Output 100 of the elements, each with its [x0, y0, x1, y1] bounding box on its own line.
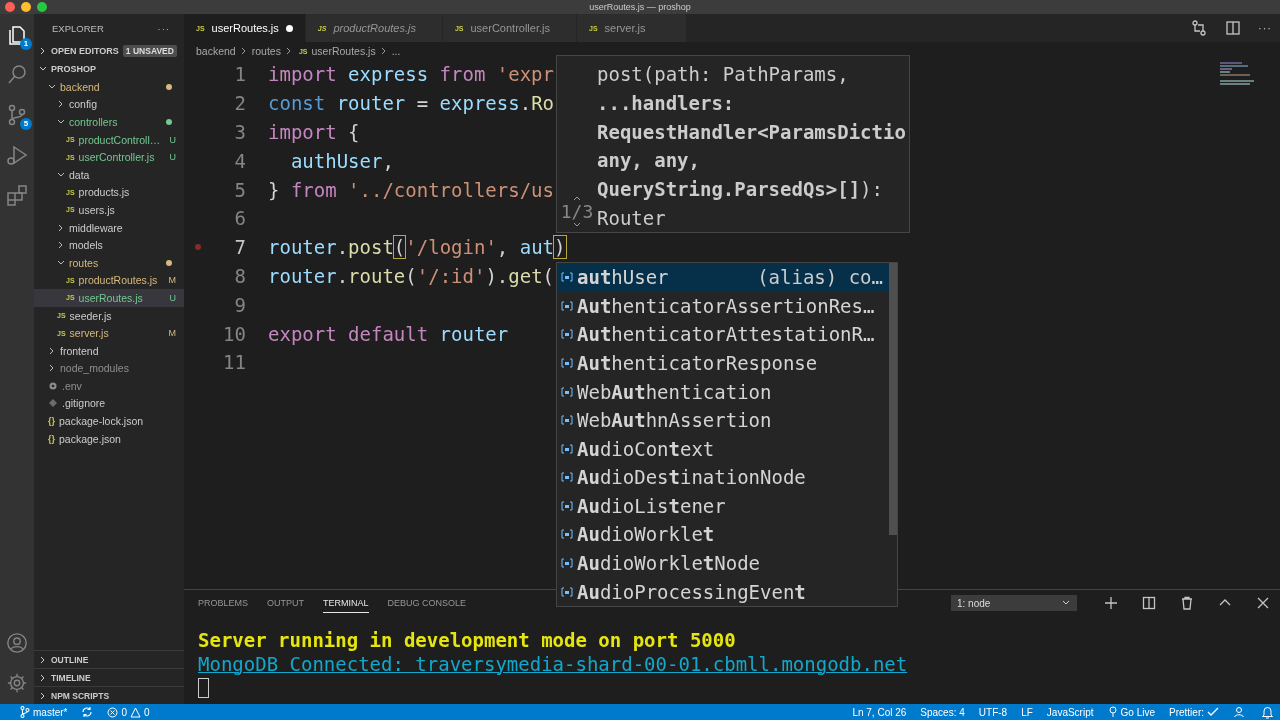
suggestion-item[interactable]: AuthenticatorAssertionRes…: [557, 291, 889, 321]
panel-tab[interactable]: OUTPUT: [267, 593, 304, 613]
suggestion-item[interactable]: AuthenticatorResponse: [557, 348, 889, 378]
file-tree-item[interactable]: frontend: [34, 341, 184, 360]
signature-line: QueryString.ParsedQs>[]):: [597, 177, 884, 203]
variable-symbol-icon: [561, 386, 573, 397]
file-tree-item[interactable]: middleware: [34, 218, 184, 237]
panel-tab[interactable]: TERMINAL: [323, 593, 369, 613]
warning-icon: [130, 706, 141, 718]
more-actions-button[interactable]: ···: [1258, 22, 1272, 34]
project-title[interactable]: PROSHOP: [51, 64, 96, 74]
chevron-right-icon: [39, 47, 47, 55]
breadcrumb-item[interactable]: backend: [196, 45, 236, 57]
go-live-button[interactable]: Go Live: [1107, 706, 1155, 718]
extensions-icon[interactable]: [5, 183, 29, 207]
more-actions-button[interactable]: ···: [157, 22, 170, 34]
close-window-button[interactable]: [5, 2, 15, 12]
panel-tab[interactable]: DEBUG CONSOLE: [387, 593, 467, 613]
line-number: 2: [234, 92, 246, 115]
status-item[interactable]: JavaScript: [1046, 706, 1094, 718]
bell-icon[interactable]: [1261, 705, 1274, 719]
variable-symbol-icon: [561, 558, 573, 569]
breakpoint-dot[interactable]: [195, 244, 201, 251]
file-tree-item[interactable]: {} package-lock.json: [34, 412, 184, 430]
file-tree-item[interactable]: .gitignore: [34, 394, 184, 413]
sync-icon[interactable]: [81, 706, 94, 718]
suggestion-item[interactable]: AudioWorklet: [557, 520, 889, 549]
open-editors-section[interactable]: OPEN EDITORS 1 UNSAVED: [34, 42, 184, 60]
file-tree-item[interactable]: .env: [34, 377, 184, 395]
prettier-status[interactable]: Prettier:: [1169, 706, 1219, 718]
status-item[interactable]: UTF-8: [978, 706, 1008, 718]
file-tree-item[interactable]: routes: [34, 253, 184, 272]
unsaved-badge: 1 UNSAVED: [122, 45, 177, 57]
breadcrumb-item[interactable]: routes: [251, 45, 281, 57]
line-number: 11: [223, 351, 246, 374]
line-number: 5: [234, 178, 246, 201]
variable-symbol-icon: [561, 443, 573, 454]
line-number: 4: [234, 149, 246, 172]
compare-changes-icon[interactable]: [1190, 19, 1208, 37]
chevron-right-icon: [379, 47, 388, 55]
file-tree-item[interactable]: node_modules: [34, 359, 184, 378]
file-tree-item[interactable]: controllers: [34, 113, 184, 131]
suggestion-item[interactable]: authUser (alias) co…: [557, 263, 889, 292]
suggestion-item[interactable]: AudioListener: [557, 491, 889, 521]
error-icon: [107, 706, 119, 718]
minimize-window-button[interactable]: [21, 2, 31, 12]
code-line: router.route('/:id').get(: [268, 264, 555, 287]
split-editor-icon[interactable]: [1224, 19, 1242, 37]
suggestion-item[interactable]: AudioDestinationNode: [557, 463, 889, 492]
panel-tab[interactable]: PROBLEMS: [198, 593, 248, 613]
window-title: userRoutes.js — proshop: [589, 2, 691, 12]
line-number: 3: [234, 121, 246, 143]
chevron-right-icon: [284, 47, 293, 55]
code-line: const router = express.Ro: [268, 92, 555, 115]
trash-icon[interactable]: [1180, 596, 1194, 610]
line-number: 9: [234, 293, 246, 316]
collapsed-section[interactable]: OUTLINE: [34, 650, 184, 668]
feedback-icon[interactable]: [1233, 705, 1247, 719]
terminal-output-line: Server running in development mode on port 5000: [198, 628, 736, 652]
suggestion-item[interactable]: AudioWorkletNode: [557, 548, 889, 578]
terminal-dropdown[interactable]: 1: node: [951, 595, 1077, 611]
branch-icon: [20, 706, 30, 718]
suggestion-item[interactable]: AuthenticatorAttestationR…: [557, 320, 889, 349]
section-title: TIMELINE: [51, 672, 91, 683]
status-item[interactable]: LF: [1021, 706, 1033, 718]
diamond-icon: [48, 398, 58, 409]
file-tree-item[interactable]: config: [34, 95, 184, 114]
suggestion-item[interactable]: WebAuthentication: [557, 377, 889, 406]
split-terminal-icon[interactable]: [1142, 596, 1156, 610]
suggestion-item[interactable]: AudioContext: [557, 434, 889, 464]
chevron-down-icon[interactable]: [573, 222, 581, 228]
status-item[interactable]: Spaces: 4: [920, 706, 965, 718]
file-tree-item[interactable]: backend: [34, 78, 184, 96]
signature-line: any, any,: [597, 148, 701, 174]
file-tree-item[interactable]: data: [34, 165, 184, 184]
suggestion-item[interactable]: WebAuthnAssertion: [557, 405, 889, 435]
variable-symbol-icon: [561, 529, 573, 540]
breadcrumb-item[interactable]: ...: [391, 45, 401, 57]
file-tree-item[interactable]: {} package.json: [34, 429, 184, 448]
line-number: 6: [234, 207, 246, 230]
section-title: NPM SCRIPTS: [51, 690, 110, 701]
suggestion-item[interactable]: AudioProcessingEvent: [557, 577, 889, 606]
maximize-window-button[interactable]: [37, 2, 47, 12]
code-line: export default router: [268, 322, 509, 345]
close-icon[interactable]: [1256, 596, 1270, 610]
code-line: import express from 'expr: [268, 63, 554, 86]
scrollbar-thumb[interactable]: [889, 263, 897, 535]
branch-status[interactable]: master*: [20, 706, 68, 718]
status-item[interactable]: Ln 7, Col 26: [852, 706, 907, 718]
file-tree-item[interactable]: models: [34, 236, 184, 254]
collapsed-section[interactable]: TIMELINE: [34, 668, 184, 686]
line-number: 8: [234, 264, 246, 287]
variable-symbol-icon: [561, 415, 573, 426]
run-icon[interactable]: [5, 143, 29, 167]
chevron-right-icon: [239, 47, 248, 55]
code-line: } from '../controllers/us: [268, 178, 554, 201]
breadcrumb-item[interactable]: userRoutes.js: [311, 45, 376, 57]
plus-icon[interactable]: [1104, 596, 1118, 610]
problems-status[interactable]: 0 0: [107, 706, 150, 718]
chevron-up-icon[interactable]: [573, 195, 581, 201]
